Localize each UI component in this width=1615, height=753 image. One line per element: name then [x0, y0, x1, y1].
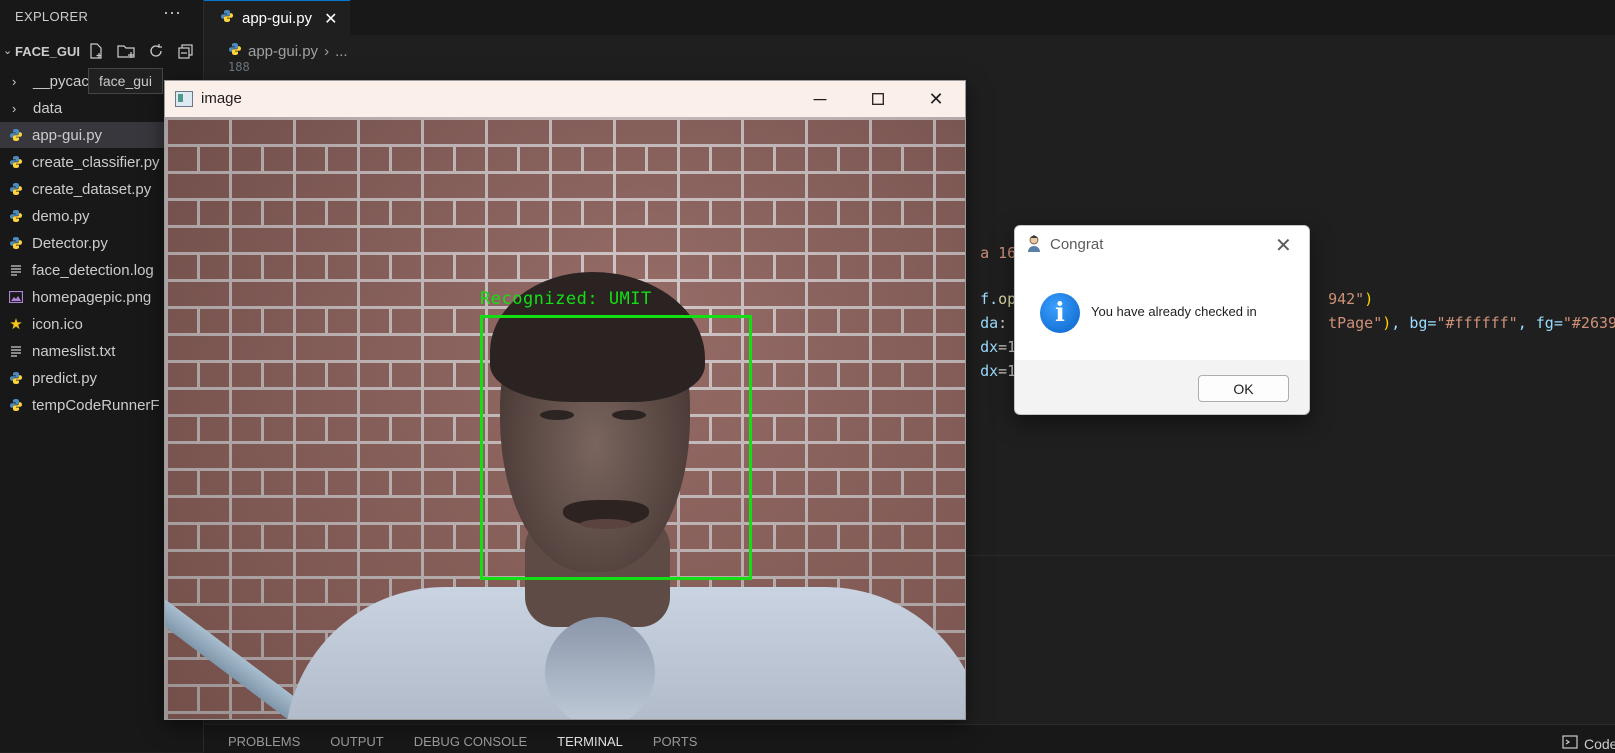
editor-tab-bar: app-gui.py ✕	[204, 0, 1615, 36]
tab-debug-console[interactable]: DEBUG CONSOLE	[414, 734, 527, 749]
tree-item-label: create_classifier.py	[32, 153, 160, 171]
close-icon[interactable]: ✕	[1275, 233, 1292, 258]
camera-frame: Recognized: UMIT	[165, 117, 965, 719]
new-folder-icon[interactable]	[116, 41, 136, 61]
chevron-right-icon: ›	[324, 42, 330, 60]
tree-item-label: create_dataset.py	[32, 180, 152, 198]
python-file-icon	[8, 127, 24, 143]
more-actions-icon[interactable]: ···	[163, 2, 181, 23]
new-file-icon[interactable]	[86, 41, 106, 61]
tree-item-label: face_detection.log	[32, 261, 154, 279]
tab-app-gui[interactable]: app-gui.py ✕	[204, 0, 350, 36]
code-token: "#2639	[1562, 314, 1615, 332]
code-token: , bg=	[1391, 314, 1437, 332]
recognition-label: Recognized: UMIT	[480, 289, 652, 309]
dialog-body: i You have already checked in	[1015, 264, 1309, 360]
code-token: )	[1382, 314, 1392, 332]
tree-item-label: Detector.py	[32, 234, 108, 252]
terminal-icon	[1562, 734, 1578, 753]
image-file-icon	[8, 289, 24, 305]
tab-output[interactable]: OUTPUT	[330, 734, 383, 749]
code-token: "#ffffff"	[1436, 314, 1518, 332]
face-detection-box	[480, 315, 752, 580]
code-button-label: Code	[1584, 735, 1615, 752]
tree-item-label: demo.py	[32, 207, 90, 225]
panel-tabs: PROBLEMS OUTPUT DEBUG CONSOLE TERMINAL P…	[228, 734, 697, 749]
breadcrumb: app-gui.py › ...	[228, 42, 348, 60]
dialog-titlebar[interactable]: Congrat ✕	[1015, 226, 1309, 264]
tree-item-label: app-gui.py	[32, 126, 103, 144]
maximize-icon[interactable]	[849, 81, 907, 117]
congrat-dialog: Congrat ✕ i You have already checked in …	[1014, 225, 1310, 415]
python-file-icon	[8, 154, 24, 170]
tab-terminal[interactable]: TERMINAL	[557, 734, 623, 749]
star-icon: ★	[9, 316, 23, 333]
code-token: dx	[980, 362, 999, 380]
text-file-icon	[8, 262, 24, 278]
tab-label: app-gui.py	[242, 10, 313, 27]
python-file-icon	[8, 397, 24, 413]
workspace-folder-name: FACE_GUI	[15, 44, 81, 59]
tab-problems[interactable]: PROBLEMS	[228, 734, 300, 749]
collapse-all-icon[interactable]	[176, 41, 196, 61]
code-line[interactable]: tPage"), bg="#ffffff", fg="#2639	[1310, 296, 1615, 332]
close-icon[interactable]: ✕	[907, 81, 965, 117]
app-feather-icon	[1024, 234, 1044, 254]
window-app-icon	[175, 91, 193, 107]
image-window-title: image	[201, 90, 242, 107]
folder-tooltip: face_gui	[88, 68, 163, 94]
breadcrumb-more[interactable]: ...	[335, 43, 348, 60]
tree-item-label: data	[33, 99, 63, 117]
tree-item-label: nameslist.txt	[32, 342, 116, 360]
dialog-title: Congrat	[1050, 236, 1104, 253]
code-token: , fg=	[1517, 314, 1563, 332]
code-token: tPage"	[1328, 314, 1383, 332]
close-icon[interactable]: ✕	[324, 9, 337, 29]
text-file-icon	[8, 343, 24, 359]
dialog-message: You have already checked in	[1091, 304, 1257, 319]
python-file-icon	[8, 181, 24, 197]
minimize-icon[interactable]: ─	[791, 81, 849, 117]
python-file-icon	[220, 9, 234, 28]
breadcrumb-file[interactable]: app-gui.py	[248, 43, 318, 60]
python-file-icon	[8, 235, 24, 251]
chevron-right-icon: ›	[12, 73, 17, 89]
tree-item-label: icon.ico	[32, 315, 83, 333]
jacket-collar	[545, 617, 655, 719]
explorer-title: EXPLORER	[15, 9, 89, 24]
tree-item-label: tempCodeRunnerF	[32, 396, 160, 414]
ok-button[interactable]: OK	[1198, 375, 1289, 402]
python-file-icon	[8, 370, 24, 386]
workspace-folder-header[interactable]: ⌄ FACE_GUI	[0, 40, 203, 64]
line-number: 188	[228, 60, 250, 74]
python-file-icon	[228, 42, 242, 60]
tree-item-label: homepagepic.png	[32, 288, 152, 306]
image-window-titlebar[interactable]: image ─ ✕	[165, 81, 965, 117]
python-file-icon	[8, 208, 24, 224]
chevron-right-icon: ›	[12, 100, 17, 116]
refresh-icon[interactable]	[146, 41, 166, 61]
tree-item-label: __pycac	[33, 72, 89, 90]
tree-item-label: predict.py	[32, 369, 98, 387]
chevron-down-icon: ⌄	[3, 45, 13, 57]
folder-actions	[86, 41, 196, 61]
terminal-code-button[interactable]: Code	[1562, 734, 1615, 753]
tab-ports[interactable]: PORTS	[653, 734, 698, 749]
info-icon: i	[1040, 293, 1080, 333]
image-window: image ─ ✕ Recognized: UMIT	[164, 80, 966, 720]
